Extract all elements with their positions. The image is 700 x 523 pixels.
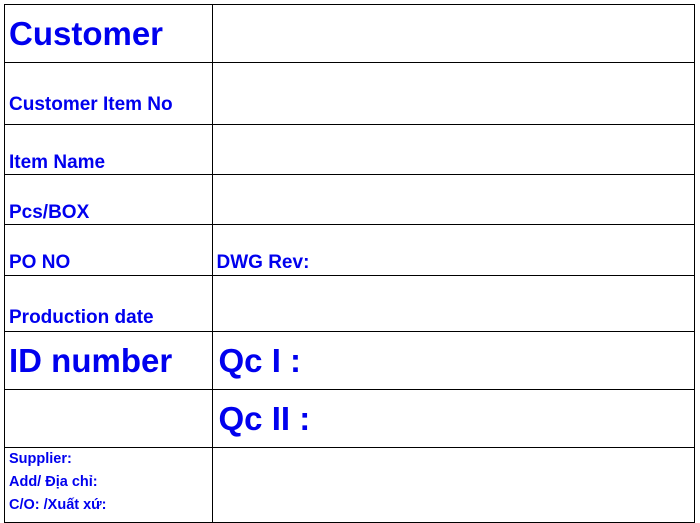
dwg-rev-label: DWG Rev: — [211, 224, 695, 276]
id-number-row: ID number Qc I : — [4, 331, 695, 390]
customer-label: Customer — [4, 4, 213, 63]
customer-item-no-row: Customer Item No — [4, 62, 695, 125]
product-label-form: Customer Customer Item No Item Name Pcs/… — [4, 4, 695, 523]
qc1-label: Qc I : — [211, 331, 695, 390]
pcs-box-label: Pcs/BOX — [4, 174, 213, 225]
pcs-box-value-cell[interactable] — [211, 174, 695, 225]
supplier-value-cell[interactable] — [211, 447, 695, 523]
pcs-box-row: Pcs/BOX — [4, 174, 695, 225]
item-name-row: Item Name — [4, 124, 695, 175]
po-row: PO NO DWG Rev: — [4, 224, 695, 276]
qc2-label: Qc II : — [211, 389, 695, 448]
item-name-label: Item Name — [4, 124, 213, 175]
production-date-row: Production date — [4, 275, 695, 332]
origin-label: C/O: /Xuất xứ: — [9, 497, 107, 513]
qc2-row: Qc II : — [4, 389, 695, 448]
id-number-value-cell[interactable] — [4, 389, 213, 448]
address-label: Add/ Địa chỉ: — [9, 474, 98, 490]
customer-item-no-value-cell[interactable] — [211, 62, 695, 125]
supplier-row: Supplier: Add/ Địa chỉ: C/O: /Xuất xứ: — [4, 447, 695, 523]
item-name-value-cell[interactable] — [211, 124, 695, 175]
po-no-label: PO NO — [4, 224, 213, 276]
customer-item-no-label: Customer Item No — [4, 62, 213, 125]
production-date-label: Production date — [4, 275, 213, 332]
customer-value-cell[interactable] — [211, 4, 695, 63]
supplier-label: Supplier: — [9, 451, 72, 467]
production-date-value-cell[interactable] — [211, 275, 695, 332]
id-number-label: ID number — [4, 331, 213, 390]
supplier-info-cell: Supplier: Add/ Địa chỉ: C/O: /Xuất xứ: — [4, 447, 213, 523]
customer-row: Customer — [4, 4, 695, 63]
